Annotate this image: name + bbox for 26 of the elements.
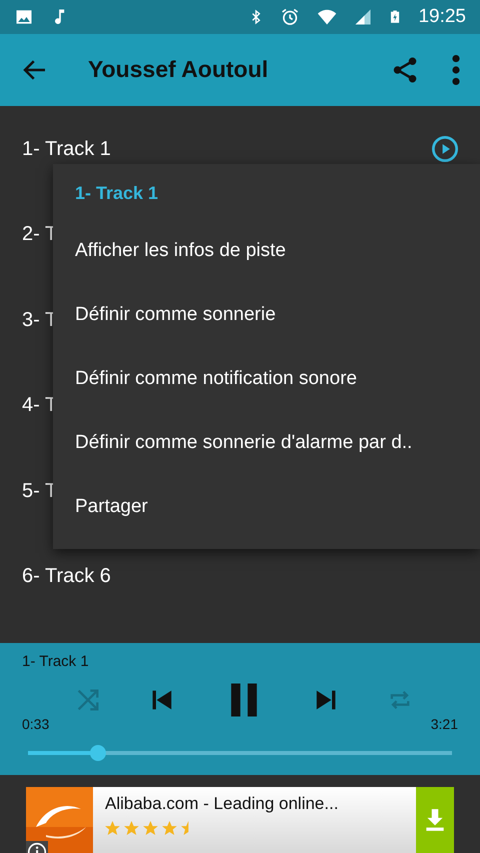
- menu-item[interactable]: Définir comme sonnerie: [53, 283, 480, 347]
- half-star-icon: [181, 820, 188, 834]
- track-title[interactable]: 6- Track 6: [22, 561, 111, 592]
- ad-title: Alibaba.com - Leading online...: [105, 793, 340, 815]
- play-circle-icon: [432, 136, 458, 162]
- status-time: 19:25: [418, 4, 466, 29]
- duration-time: 3:21: [430, 714, 458, 734]
- now-playing-title: 1- Track 1: [22, 652, 90, 672]
- seek-thumb[interactable]: [90, 744, 106, 760]
- ad-banner[interactable]: Alibaba.com - Leading online...: [26, 787, 454, 853]
- elapsed-time: 0:33: [22, 714, 50, 734]
- screen-title: Youssef Aoutoul: [88, 56, 270, 84]
- alarm-clock-icon: [280, 7, 300, 27]
- menu-item[interactable]: Afficher les infos de piste: [53, 219, 480, 283]
- star-icon: [162, 820, 177, 834]
- star-icon: [105, 820, 120, 834]
- menu-item[interactable]: Définir comme notification sonore: [53, 347, 480, 411]
- menu-item[interactable]: Définir comme sonnerie d'alarme par d..: [53, 411, 480, 475]
- signal-icon: [354, 8, 372, 26]
- star-icon: [124, 820, 139, 834]
- play-button[interactable]: [432, 136, 458, 162]
- star-icon: [143, 820, 158, 834]
- menu-title: 1- Track 1: [74, 182, 160, 205]
- wifi-icon: [316, 7, 338, 27]
- menu-item[interactable]: Partager: [53, 475, 480, 539]
- track-title[interactable]: 1- Track 1: [22, 134, 111, 164]
